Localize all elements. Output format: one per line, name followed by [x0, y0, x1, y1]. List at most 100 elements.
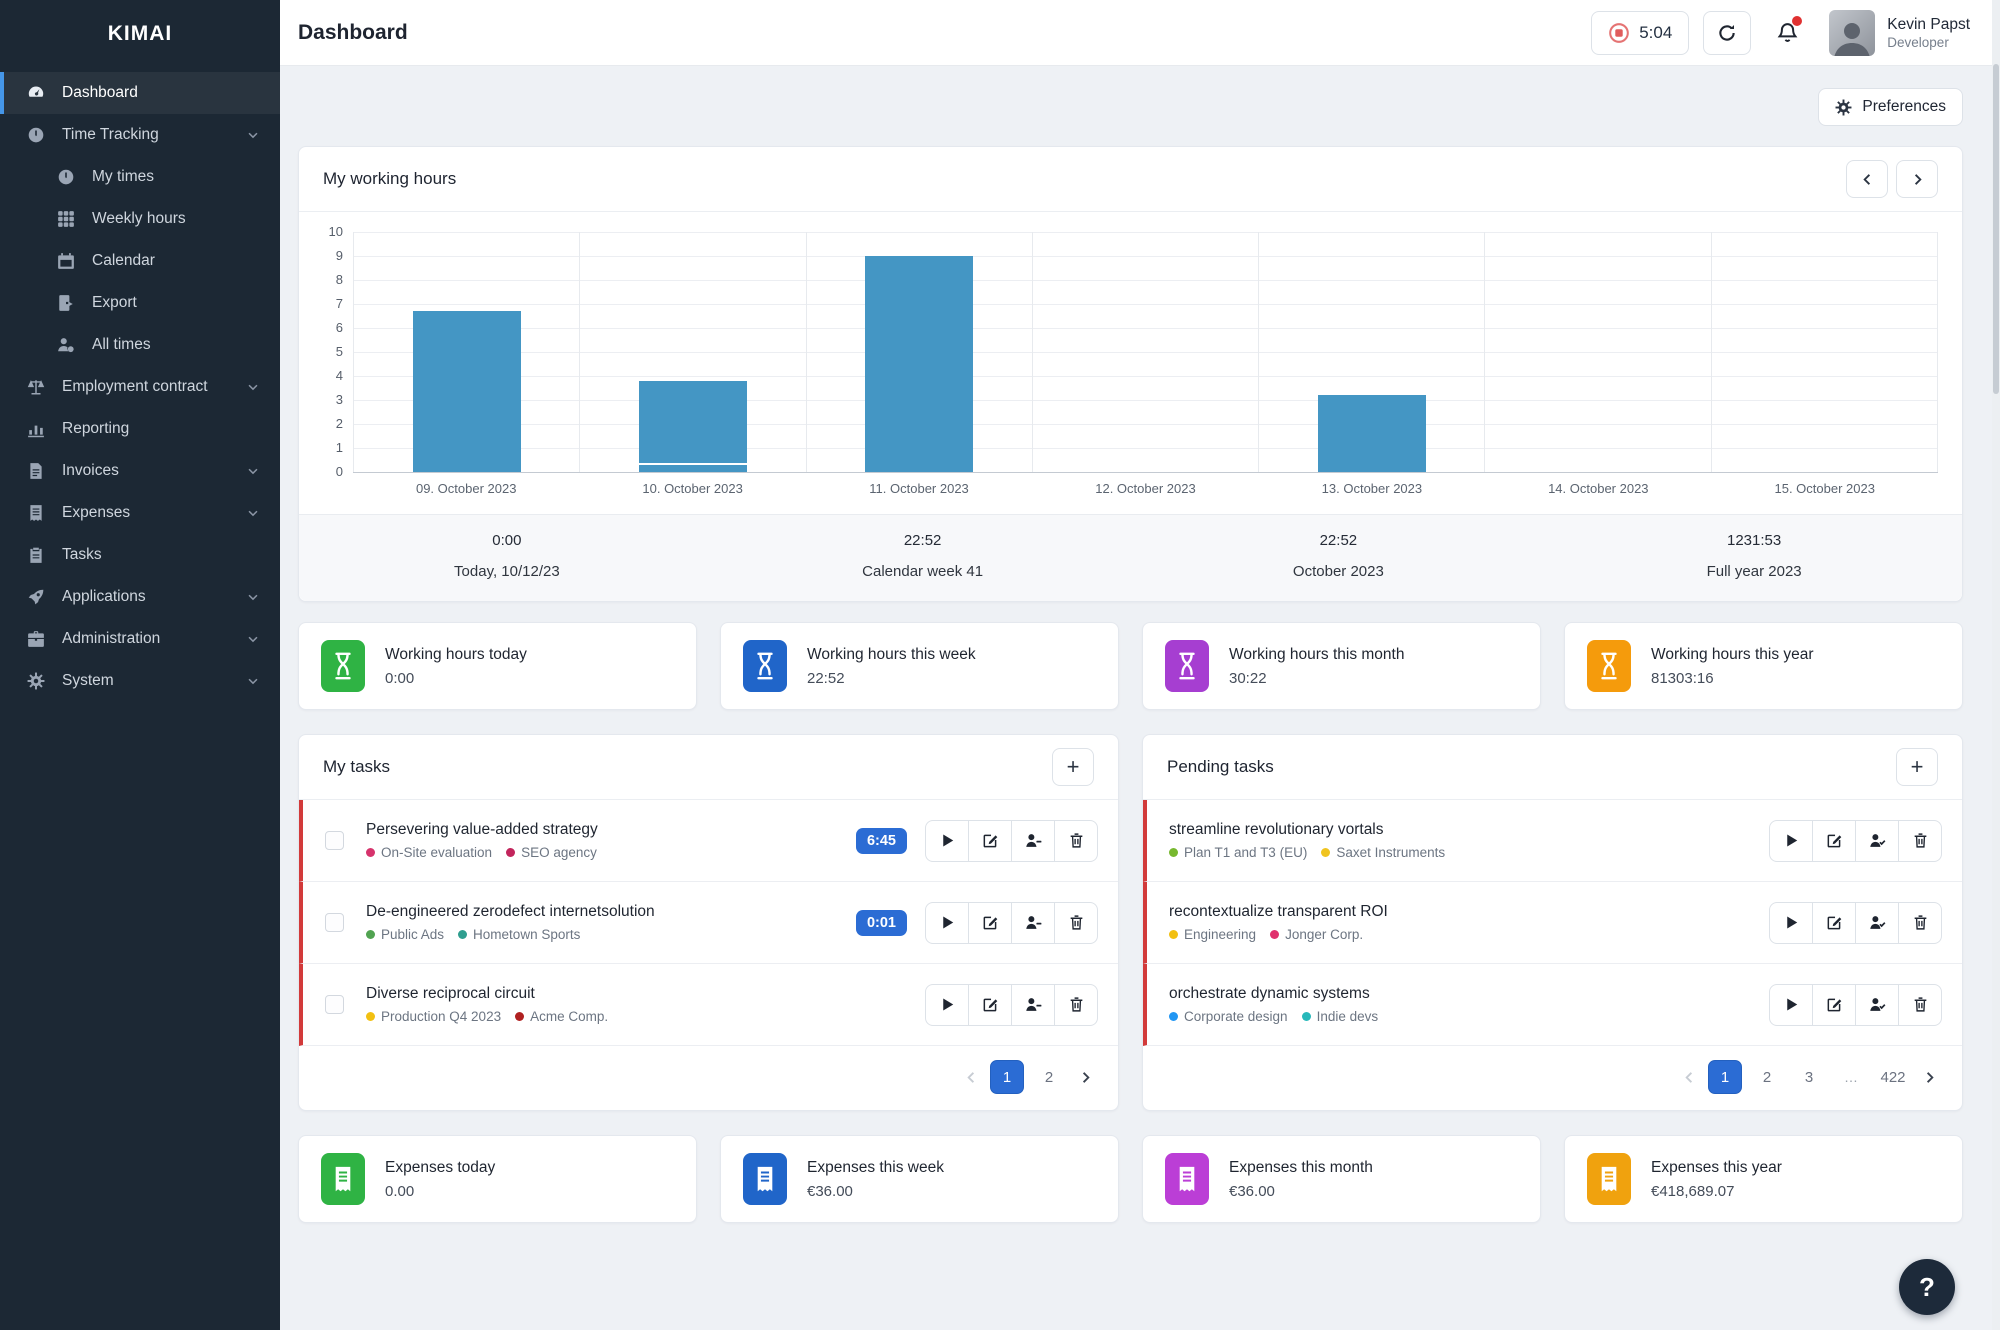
refresh-button[interactable] — [1703, 11, 1751, 55]
page-button-3[interactable]: 3 — [1792, 1060, 1826, 1094]
task-title[interactable]: Diverse reciprocal circuit — [366, 985, 925, 1003]
task-title[interactable]: orchestrate dynamic systems — [1169, 985, 1769, 1003]
user-minus-button[interactable] — [1011, 984, 1055, 1026]
scale-icon — [27, 378, 45, 396]
page-next-button[interactable] — [1918, 1060, 1940, 1094]
play-button[interactable] — [925, 984, 969, 1026]
trash-icon — [1912, 996, 1929, 1013]
my-tasks-card: My tasks + Persevering value-added strat… — [298, 734, 1119, 1111]
vertical-scrollbar[interactable] — [1992, 0, 2000, 1330]
bar[interactable] — [639, 465, 747, 472]
user-menu[interactable]: Kevin Papst Developer — [1829, 10, 1970, 56]
trash-icon — [1068, 832, 1085, 849]
user-minus-icon — [1025, 996, 1042, 1013]
sidebar-item-administration[interactable]: Administration — [0, 618, 280, 660]
pending-tasks-card: Pending tasks + streamline revolutionary… — [1142, 734, 1963, 1111]
edit-button[interactable] — [968, 820, 1012, 862]
edit-button[interactable] — [1812, 820, 1856, 862]
active-timer-button[interactable]: 5:04 — [1591, 11, 1689, 55]
task-title[interactable]: De-engineered zerodefect internetsolutio… — [366, 903, 856, 921]
sidebar-item-weekly-hours[interactable]: Weekly hours — [0, 198, 280, 240]
working-hours-stats-row: Working hours today 0:00 Working hours t… — [298, 622, 1963, 710]
add-task-button[interactable]: + — [1052, 748, 1094, 786]
user-minus-button[interactable] — [1011, 902, 1055, 944]
y-tick-label: 6 — [336, 320, 343, 335]
chart-next-button[interactable] — [1896, 160, 1938, 198]
preferences-button[interactable]: Preferences — [1818, 88, 1963, 126]
sidebar-item-export[interactable]: Export — [0, 282, 280, 324]
task-checkbox[interactable] — [325, 995, 344, 1014]
sidebar-item-dashboard[interactable]: Dashboard — [0, 72, 280, 114]
user-check-button[interactable] — [1855, 984, 1899, 1026]
x-tick-label: 10. October 2023 — [579, 481, 805, 496]
trash-button[interactable] — [1898, 984, 1942, 1026]
sidebar-item-my-times[interactable]: My times — [0, 156, 280, 198]
add-task-button[interactable]: + — [1896, 748, 1938, 786]
bar[interactable] — [413, 311, 521, 472]
play-button[interactable] — [925, 902, 969, 944]
summary-col: 0:00 Today, 10/12/23 — [299, 532, 715, 580]
sidebar-item-all-times[interactable]: All times — [0, 324, 280, 366]
sidebar-item-expenses[interactable]: Expenses — [0, 492, 280, 534]
edit-button[interactable] — [1812, 984, 1856, 1026]
sidebar-item-system[interactable]: System — [0, 660, 280, 702]
stat-label: Working hours this year — [1651, 646, 1814, 664]
sidebar-item-tasks[interactable]: Tasks — [0, 534, 280, 576]
page-next-button[interactable] — [1074, 1060, 1096, 1094]
play-icon — [1783, 996, 1800, 1013]
summary-label: Calendar week 41 — [715, 563, 1131, 580]
page-button-2[interactable]: 2 — [1032, 1060, 1066, 1094]
app-window: KIMAI Dashboard Time Tracking My times W… — [0, 0, 2000, 1330]
trash-button[interactable] — [1054, 902, 1098, 944]
task-checkbox[interactable] — [325, 831, 344, 850]
user-check-button[interactable] — [1855, 820, 1899, 862]
user-minus-button[interactable] — [1011, 820, 1055, 862]
notifications-button[interactable] — [1765, 11, 1809, 55]
edit-button[interactable] — [968, 984, 1012, 1026]
play-button[interactable] — [1769, 820, 1813, 862]
trash-button[interactable] — [1898, 820, 1942, 862]
export-icon — [57, 294, 75, 312]
user-check-button[interactable] — [1855, 902, 1899, 944]
receipt-stat-icon — [1587, 1153, 1631, 1205]
task-title[interactable]: streamline revolutionary vortals — [1169, 821, 1769, 839]
play-button[interactable] — [925, 820, 969, 862]
working-hours-summary: 0:00 Today, 10/12/23 22:52 Calendar week… — [299, 514, 1962, 601]
help-button[interactable]: ? — [1899, 1259, 1955, 1315]
trash-icon — [1068, 996, 1085, 1013]
play-button[interactable] — [1769, 902, 1813, 944]
trash-button[interactable] — [1054, 984, 1098, 1026]
page-prev-button[interactable] — [1678, 1060, 1700, 1094]
play-button[interactable] — [1769, 984, 1813, 1026]
edit-icon — [982, 832, 999, 849]
sidebar-item-invoices[interactable]: Invoices — [0, 450, 280, 492]
page-button-2[interactable]: 2 — [1750, 1060, 1784, 1094]
sidebar-item-time-tracking[interactable]: Time Tracking — [0, 114, 280, 156]
stat-label: Working hours today — [385, 646, 527, 664]
task-checkbox[interactable] — [325, 913, 344, 932]
task-title[interactable]: recontextualize transparent ROI — [1169, 903, 1769, 921]
page-button-1[interactable]: 1 — [990, 1060, 1024, 1094]
trash-button[interactable] — [1054, 820, 1098, 862]
bar[interactable] — [865, 256, 973, 472]
chart-day-column — [1484, 232, 1710, 472]
sidebar-item-reporting[interactable]: Reporting — [0, 408, 280, 450]
chart-prev-button[interactable] — [1846, 160, 1888, 198]
sidebar-item-applications[interactable]: Applications — [0, 576, 280, 618]
expenses-stats-row: Expenses today 0.00 Expenses this week €… — [298, 1135, 1963, 1223]
page-button-1[interactable]: 1 — [1708, 1060, 1742, 1094]
edit-button[interactable] — [1812, 902, 1856, 944]
sidebar-item-calendar[interactable]: Calendar — [0, 240, 280, 282]
page-button-422[interactable]: 422 — [1876, 1060, 1910, 1094]
bar[interactable] — [1318, 395, 1426, 472]
sidebar-item-employment-contract[interactable]: Employment contract — [0, 366, 280, 408]
edit-button[interactable] — [968, 902, 1012, 944]
page-prev-button[interactable] — [960, 1060, 982, 1094]
duration-badge: 6:45 — [856, 828, 907, 854]
hourglass-icon — [321, 640, 365, 692]
task-title[interactable]: Persevering value-added strategy — [366, 821, 856, 839]
scrollbar-thumb[interactable] — [1993, 64, 1999, 394]
trash-button[interactable] — [1898, 902, 1942, 944]
bar[interactable] — [639, 381, 747, 463]
tag-dot — [1169, 1012, 1178, 1021]
